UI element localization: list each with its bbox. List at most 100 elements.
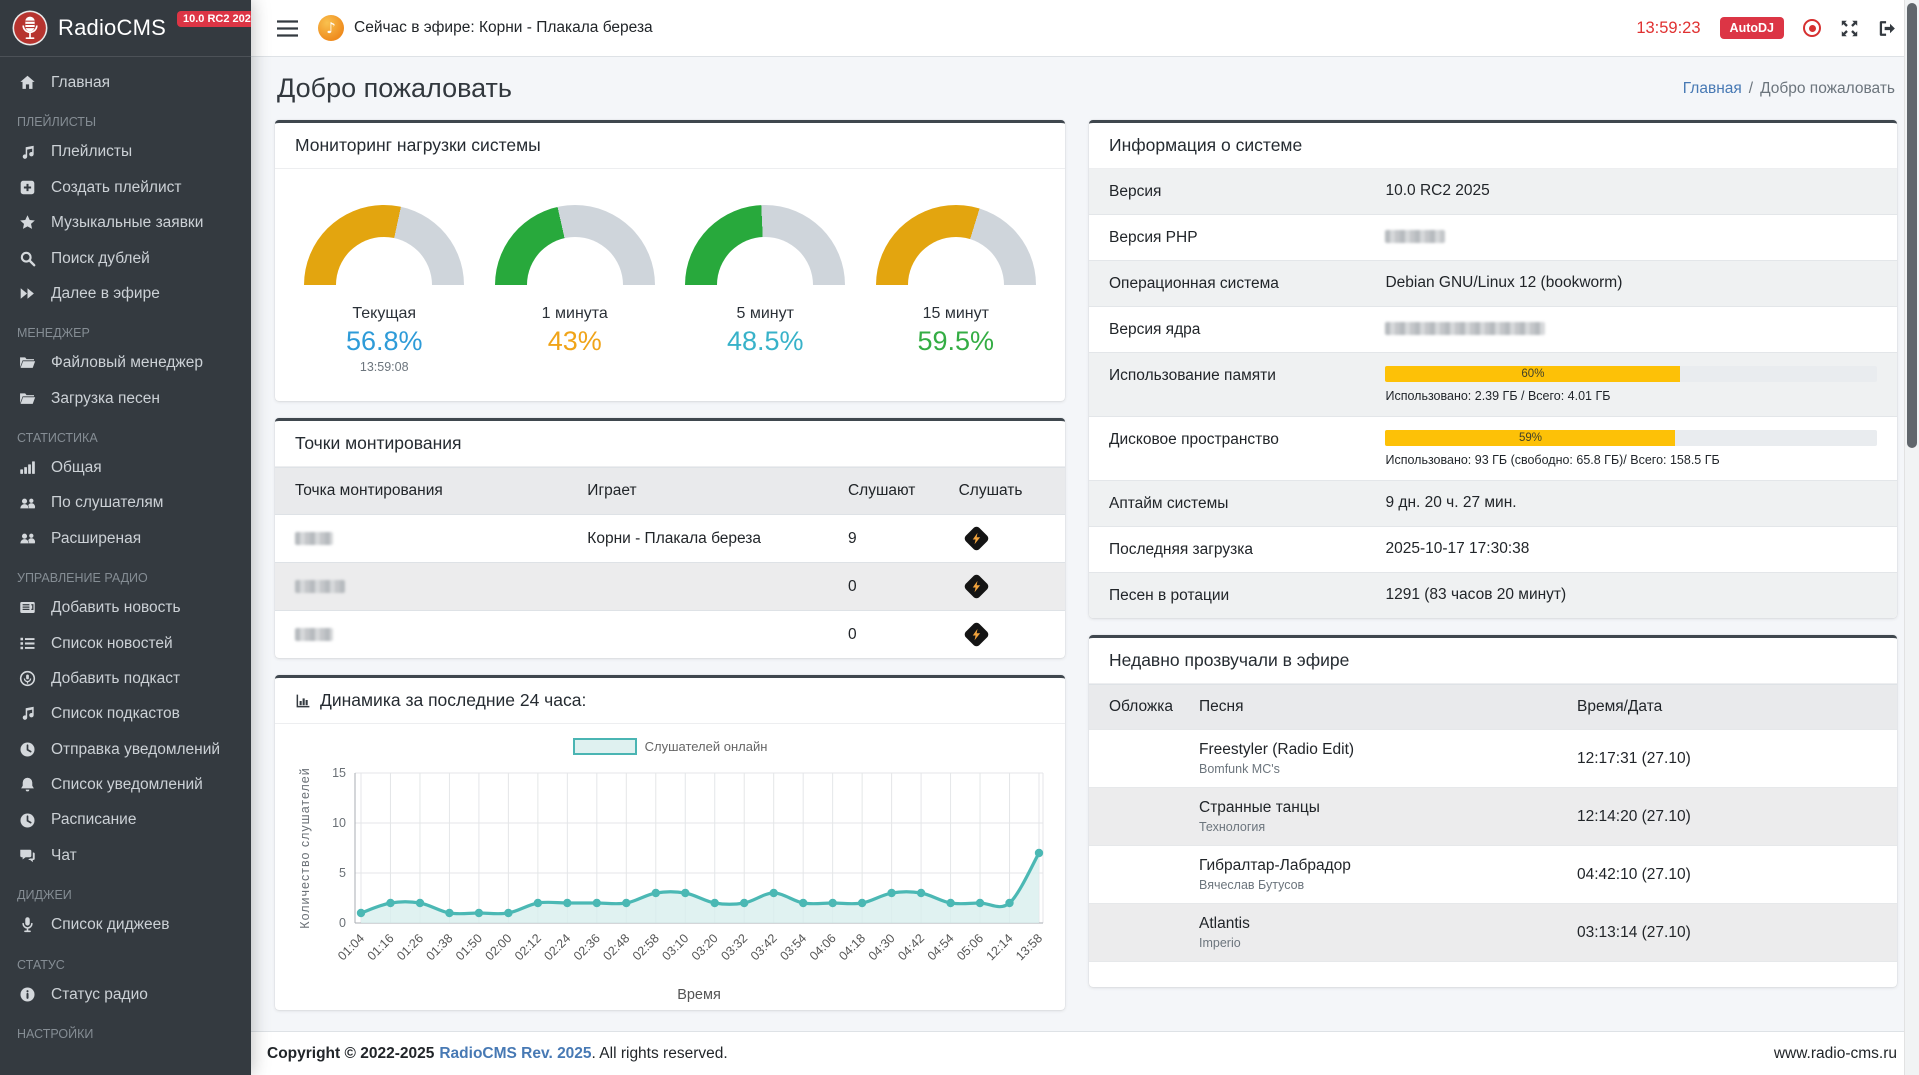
folder-open-icon	[17, 390, 38, 407]
copyright-prefix: Copyright © 2022-2025	[267, 1045, 434, 1062]
system-info-label: Аптайм системы	[1109, 494, 1385, 513]
svg-text:05:06: 05:06	[954, 931, 986, 963]
scrollbar-thumb[interactable]	[1907, 3, 1917, 448]
clock-icon	[17, 812, 38, 829]
sidebar-item[interactable]: Список уведомлений	[10, 767, 241, 802]
load-gauge: 1 минута 43%	[480, 205, 671, 375]
sidebar-item-label: Добавить новость	[51, 598, 181, 617]
sidebar-item[interactable]: Файловый менеджер	[10, 345, 241, 380]
recent-song-row: Странные танцы Технология 12:14:20 (27.1…	[1089, 787, 1897, 845]
sidebar-item[interactable]: Поиск дублей	[10, 241, 241, 276]
winamp-listen-icon[interactable]	[963, 525, 990, 552]
gauge-arc	[495, 205, 655, 285]
menu-section-header: НАСТРОЙКИ	[10, 1012, 241, 1046]
winamp-listen-icon[interactable]	[963, 573, 990, 600]
sidebar-item[interactable]: По слушателям	[10, 485, 241, 520]
sidebar-item-label: Загрузка песен	[51, 389, 160, 408]
mounts-column-header: Играет	[567, 468, 828, 515]
sidebar-menu: ГлавнаяПЛЕЙЛИСТЫПлейлистыСоздать плейлис…	[0, 57, 251, 1046]
star-icon	[17, 214, 38, 231]
gauge-value: 43%	[480, 326, 671, 357]
page-scrollbar[interactable]	[1904, 0, 1919, 1075]
system-info-card-title: Информация о системе	[1089, 123, 1897, 169]
users-icon	[17, 495, 38, 512]
logout-icon[interactable]	[1878, 19, 1897, 38]
hamburger-menu-icon[interactable]	[275, 16, 300, 41]
music-icon	[17, 144, 38, 161]
sidebar-item[interactable]: Расширеная	[10, 521, 241, 556]
recent-song-row	[1089, 961, 1897, 987]
autodj-badge[interactable]: AutoDJ	[1720, 17, 1784, 39]
chart-legend-label: Слушателей онлайн	[645, 739, 768, 754]
system-info-value	[1385, 228, 1877, 246]
sidebar-item[interactable]: Чат	[10, 838, 241, 873]
listeners-chart-card: Динамика за последние 24 часа: Слушателе…	[275, 675, 1065, 1010]
bell-icon	[17, 776, 38, 793]
sidebar-item[interactable]: Загрузка песен	[10, 381, 241, 416]
sidebar-item[interactable]: Список диджеев	[10, 907, 241, 942]
fullscreen-icon[interactable]	[1840, 19, 1859, 38]
svg-text:01:50: 01:50	[453, 931, 485, 963]
system-info-label: Дисковое пространство	[1109, 430, 1385, 449]
sidebar-item[interactable]: Общая	[10, 450, 241, 485]
sidebar-item[interactable]: Список подкастов	[10, 696, 241, 731]
menu-section-header: УПРАВЛЕНИЕ РАДИО	[10, 556, 241, 590]
sidebar-item-label: Расширеная	[51, 529, 141, 548]
sidebar-item-label: Плейлисты	[51, 142, 132, 161]
sidebar-item[interactable]: Добавить подкаст	[10, 661, 241, 696]
sidebar-item[interactable]: Главная	[10, 65, 241, 100]
system-info-row: Версия PHP	[1089, 214, 1897, 260]
sidebar-item[interactable]: Далее в эфире	[10, 276, 241, 311]
sidebar-item-label: Список подкастов	[51, 704, 180, 723]
sidebar-item[interactable]: Список новостей	[10, 626, 241, 661]
mount-points-card-title: Точки монтирования	[275, 421, 1065, 467]
menu-section-header: СТАТУС	[10, 943, 241, 977]
svg-text:03:32: 03:32	[718, 931, 750, 963]
site-url: www.radio-cms.ru	[1774, 1045, 1897, 1063]
brand[interactable]: RadioCMS 10.0 RC2 2025	[0, 0, 251, 57]
system-info-card: Информация о системе Версия 10.0 RC2 202…	[1089, 120, 1897, 618]
gauge-value: 56.8%	[289, 326, 480, 357]
comments-icon	[17, 847, 38, 864]
song-artist: Imperio	[1199, 936, 1577, 950]
record-icon[interactable]	[1803, 19, 1821, 37]
svg-text:03:54: 03:54	[777, 931, 809, 963]
system-info-row: Последняя загрузка 2025-10-17 17:30:38	[1089, 526, 1897, 572]
page-title: Добро пожаловать	[277, 73, 512, 104]
svg-text:02:12: 02:12	[512, 931, 544, 963]
now-playing-text: Сейчас в эфире: Корни - Плакала береза	[354, 19, 653, 37]
system-info-label: Операционная система	[1109, 274, 1385, 293]
recently-played-card-title: Недавно прозвучали в эфире	[1089, 638, 1897, 684]
recent-song-row: Atlantis Imperio 03:13:14 (27.10)	[1089, 903, 1897, 961]
load-gauges: Текущая 56.8% 13:59:08 1 минута 43% 5 ми…	[275, 169, 1065, 401]
menu-section-header: ДИДЖЕИ	[10, 873, 241, 907]
sidebar-item-label: Общая	[51, 458, 102, 477]
song-time: 12:17:31 (27.10)	[1577, 750, 1877, 768]
sidebar-item[interactable]: Отправка уведомлений	[10, 732, 241, 767]
svg-text:01:26: 01:26	[394, 931, 426, 963]
sidebar-item[interactable]: Расписание	[10, 802, 241, 837]
sidebar-item-label: Создать плейлист	[51, 178, 181, 197]
breadcrumb-home-link[interactable]: Главная	[1683, 80, 1742, 97]
svg-text:12:14: 12:14	[984, 931, 1016, 963]
censored-value	[1385, 230, 1445, 243]
sidebar-item[interactable]: Плейлисты	[10, 134, 241, 169]
sidebar-item[interactable]: Добавить новость	[10, 590, 241, 625]
menu-section-header: СТАТИСТИКА	[10, 416, 241, 450]
svg-text:04:18: 04:18	[836, 931, 868, 963]
winamp-listen-icon[interactable]	[963, 621, 990, 648]
radiocms-footer-link[interactable]: RadioCMS Rev. 2025	[439, 1045, 591, 1062]
gauge-value: 48.5%	[670, 326, 861, 357]
main-area: ♪ Сейчас в эфире: Корни - Плакала береза…	[251, 0, 1919, 1075]
gauge-timestamp	[480, 360, 671, 375]
sidebar-item[interactable]: Музыкальные заявки	[10, 205, 241, 240]
sidebar-item-label: Отправка уведомлений	[51, 740, 220, 759]
topbar-right: 13:59:23 AutoDJ	[1636, 17, 1897, 39]
system-info-value: 2025-10-17 17:30:38	[1385, 540, 1877, 558]
gauge-value: 59.5%	[861, 326, 1052, 357]
system-info-value: 10.0 RC2 2025	[1385, 182, 1877, 200]
sidebar-item[interactable]: Создать плейлист	[10, 170, 241, 205]
users-icon	[17, 530, 38, 547]
sidebar-item[interactable]: Статус радио	[10, 977, 241, 1012]
svg-text:0: 0	[339, 916, 346, 930]
